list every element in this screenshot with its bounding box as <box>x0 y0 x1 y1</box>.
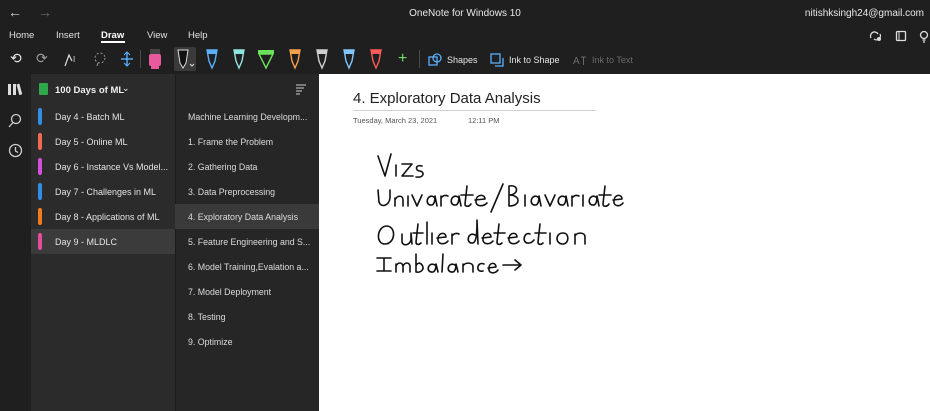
page-item[interactable]: 9. Optimize <box>175 329 319 354</box>
toolbar-separator <box>419 50 420 68</box>
highlighter-green[interactable] <box>256 47 276 71</box>
window-title: OneNote for Windows 10 <box>409 8 521 19</box>
sort-icon[interactable] <box>295 83 307 95</box>
add-pen-icon[interactable]: + <box>398 50 407 68</box>
search-icon[interactable] <box>8 113 23 128</box>
pen-red[interactable] <box>367 47 385 71</box>
section-color-tab <box>38 133 42 150</box>
ink-line-imbalance <box>376 253 522 274</box>
page-item[interactable]: 5. Feature Engineering and S... <box>175 229 319 254</box>
shapes-button[interactable]: Shapes <box>447 55 478 65</box>
page-item[interactable]: 2. Gathering Data <box>175 154 319 179</box>
section-label: Day 6 - Instance Vs Model... <box>55 162 169 172</box>
title-underline <box>353 110 596 111</box>
pen-lightblue[interactable] <box>340 47 358 71</box>
user-account[interactable]: nitishksingh24@gmail.com <box>805 8 924 19</box>
section-label: Day 8 - Applications of ML <box>55 212 160 222</box>
section-label: Day 4 - Batch ML <box>55 112 125 122</box>
section-label: Day 7 - Challenges in ML <box>55 187 157 197</box>
notebooks-icon[interactable] <box>7 82 24 97</box>
shapes-icon[interactable] <box>428 53 442 67</box>
ink-notes[interactable] <box>319 140 639 280</box>
page-label: 6. Model Training,Evalation a... <box>188 262 309 272</box>
section-item[interactable]: Day 4 - Batch ML <box>31 104 175 129</box>
section-color-tab <box>38 158 42 175</box>
ink-line-outlier <box>377 219 586 246</box>
recent-clock-icon[interactable] <box>8 143 23 158</box>
page-item[interactable]: 1. Frame the Problem <box>175 129 319 154</box>
page-item[interactable]: 8. Testing <box>175 304 319 329</box>
ink-line-vizs <box>377 153 424 178</box>
undo-icon[interactable]: ⟲ <box>10 50 22 67</box>
pen-orange[interactable] <box>286 47 304 71</box>
section-item[interactable]: Day 6 - Instance Vs Model... <box>31 154 175 179</box>
menu-insert[interactable]: Insert <box>56 30 80 41</box>
section-color-tab <box>38 108 42 125</box>
section-item[interactable]: Day 9 - MLDLC <box>31 229 175 254</box>
highlighter-pink[interactable] <box>146 47 164 71</box>
section-color-tab <box>38 183 42 200</box>
page-item[interactable]: 6. Model Training,Evalation a... <box>175 254 319 279</box>
page-date: Tuesday, March 23, 2021 <box>353 116 438 125</box>
lightbulb-icon[interactable] <box>919 30 929 43</box>
pen-black-selected[interactable] <box>174 47 196 71</box>
menu-home[interactable]: Home <box>9 30 34 41</box>
notebook-icon[interactable] <box>895 30 907 42</box>
ink-to-text-button: Ink to Text <box>592 55 633 65</box>
ink-to-text-icon: A <box>573 56 586 67</box>
chevron-down-icon: ⌄ <box>122 83 130 93</box>
page-item[interactable]: 7. Model Deployment <box>175 279 319 304</box>
pen-teal[interactable] <box>230 47 248 71</box>
toolbar-separator <box>140 50 141 68</box>
lasso-select-icon[interactable]: I <box>63 52 81 68</box>
pen-blue[interactable] <box>203 47 221 71</box>
sync-icon[interactable] <box>869 30 882 42</box>
section-color-tab <box>38 233 42 250</box>
page-label: 7. Model Deployment <box>188 287 272 297</box>
page-item[interactable]: 4. Exploratory Data Analysis <box>175 204 319 229</box>
page-label: 8. Testing <box>188 312 226 322</box>
page-label: 3. Data Preprocessing <box>188 187 276 197</box>
page-item[interactable]: Machine Learning Developm... <box>175 104 319 129</box>
pen-grey[interactable] <box>313 47 331 71</box>
notebook-title: 100 Days of ML <box>55 85 125 96</box>
menu-bar <box>0 26 930 44</box>
lasso-icon[interactable] <box>92 51 108 67</box>
notebook-color-icon <box>39 83 48 95</box>
ink-to-shape-button[interactable]: Ink to Shape <box>509 55 560 65</box>
page-label: 5. Feature Engineering and S... <box>188 237 311 247</box>
menu-draw[interactable]: Draw <box>101 30 124 41</box>
menu-view[interactable]: View <box>147 30 167 41</box>
page-time: 12:11 PM <box>468 116 500 125</box>
redo-icon[interactable]: ⟳ <box>36 50 48 67</box>
page-label: 2. Gathering Data <box>188 162 258 172</box>
section-item[interactable]: Day 5 - Online ML <box>31 129 175 154</box>
ink-to-shape-icon[interactable] <box>490 53 504 67</box>
svg-text:A: A <box>573 56 580 67</box>
page-label: Machine Learning Developm... <box>188 112 308 122</box>
section-item[interactable]: Day 8 - Applications of ML <box>31 204 175 229</box>
page-label: 4. Exploratory Data Analysis <box>188 212 299 222</box>
page-item[interactable]: 3. Data Preprocessing <box>175 179 319 204</box>
section-label: Day 5 - Online ML <box>55 137 128 147</box>
ink-line-univariate <box>377 183 624 213</box>
page-label: 9. Optimize <box>188 337 233 347</box>
menu-help[interactable]: Help <box>188 30 208 41</box>
page-label: 1. Frame the Problem <box>188 137 274 147</box>
section-item[interactable]: Day 7 - Challenges in ML <box>31 179 175 204</box>
active-tab-indicator <box>101 41 125 43</box>
page-title[interactable]: 4. Exploratory Data Analysis <box>353 90 541 107</box>
svg-text:I: I <box>73 55 75 64</box>
section-color-tab <box>38 208 42 225</box>
section-label: Day 9 - MLDLC <box>55 237 118 247</box>
notebook-selector[interactable]: 100 Days of ML ⌄ <box>31 76 175 102</box>
add-space-icon[interactable] <box>119 51 135 67</box>
